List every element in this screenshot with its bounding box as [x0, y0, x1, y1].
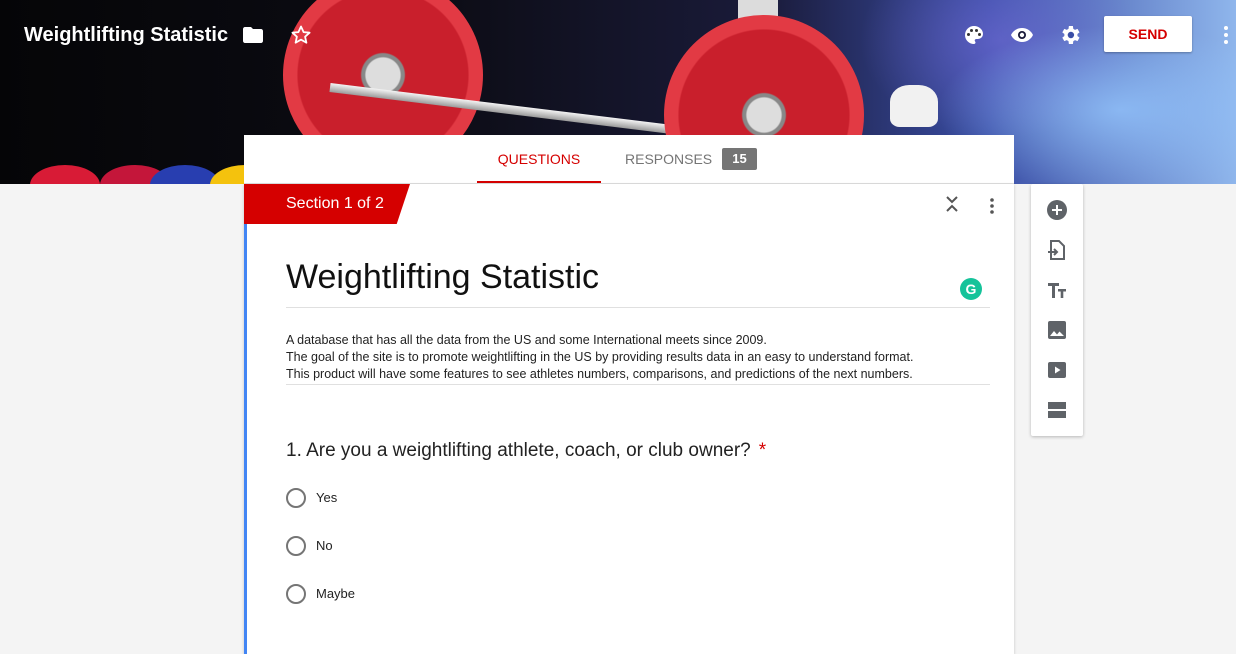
add-title-icon[interactable]	[1045, 278, 1069, 302]
preview-eye-icon[interactable]	[1010, 23, 1034, 47]
collapse-section-icon[interactable]	[942, 194, 962, 214]
section-label: Section 1 of 2	[286, 195, 384, 212]
floor-plate-red	[30, 165, 100, 184]
section-tag: Section 1 of 2	[244, 184, 410, 224]
radio-button[interactable]	[286, 584, 306, 604]
send-button[interactable]: SEND	[1104, 16, 1192, 52]
section-more-icon[interactable]	[982, 196, 1002, 216]
radio-button[interactable]	[286, 536, 306, 556]
form-app-title: Weightlifting Statistic	[24, 24, 229, 46]
question-title[interactable]: 1. Are you a weightlifting athlete, coac…	[286, 440, 766, 462]
more-vert-icon[interactable]	[1214, 23, 1236, 47]
grammarly-icon[interactable]: G	[960, 278, 982, 300]
tab-responses[interactable]: RESPONSES	[625, 135, 712, 183]
form-title-input[interactable]: Weightlifting Statistic	[286, 258, 990, 308]
palette-icon[interactable]	[962, 23, 986, 47]
option-label: Yes	[316, 490, 338, 505]
responses-count-badge: 15	[722, 148, 757, 170]
floor-plates	[0, 165, 280, 184]
question-text: 1. Are you a weightlifting athlete, coac…	[286, 440, 751, 461]
add-image-icon[interactable]	[1045, 318, 1069, 342]
add-question-icon[interactable]	[1045, 198, 1069, 222]
option-label: Maybe	[316, 586, 356, 601]
floating-toolbar	[1031, 184, 1083, 436]
settings-gear-icon[interactable]	[1058, 23, 1082, 47]
star-icon[interactable]	[289, 23, 313, 47]
form-description-input[interactable]: A database that has all the data from th…	[286, 332, 990, 385]
form-card: Section 1 of 2 Weightlifting Statistic G…	[244, 184, 1014, 654]
description-line: The goal of the site is to promote weigh…	[286, 350, 914, 364]
active-card-indicator	[244, 224, 247, 654]
folder-icon[interactable]	[241, 23, 265, 47]
description-line: This product will have some features to …	[286, 367, 913, 381]
tab-questions[interactable]: QUESTIONS	[477, 135, 601, 183]
form-tabs: QUESTIONS RESPONSES 15	[244, 135, 1014, 184]
add-section-icon[interactable]	[1045, 398, 1069, 422]
add-video-icon[interactable]	[1045, 358, 1069, 382]
radio-button[interactable]	[286, 488, 306, 508]
required-asterisk: *	[758, 440, 767, 461]
athlete-shoe	[890, 85, 938, 127]
import-questions-icon[interactable]	[1045, 238, 1069, 262]
option-label: No	[316, 538, 333, 553]
description-line: A database that has all the data from th…	[286, 333, 767, 347]
